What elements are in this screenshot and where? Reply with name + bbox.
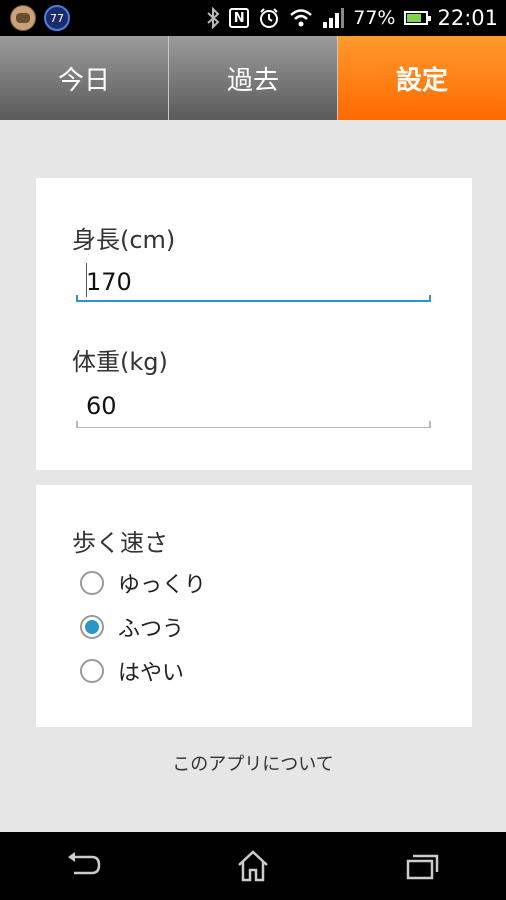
radio-button[interactable]: [80, 659, 104, 683]
height-input[interactable]: [76, 264, 431, 300]
body-info-card: 身長(cm) 体重(kg): [36, 178, 472, 470]
battery-icon: [404, 11, 432, 25]
signal-icon: [322, 8, 345, 28]
radio-label: はやい: [118, 661, 185, 686]
tab-today[interactable]: 今日: [0, 36, 169, 120]
radio-button[interactable]: [80, 571, 104, 595]
notification-app-icon: [10, 5, 36, 31]
clock-time: 22:01: [437, 6, 498, 30]
height-input-underline: [76, 295, 431, 302]
weight-input-underline: [76, 421, 431, 428]
tab-past[interactable]: 過去: [169, 36, 338, 120]
walking-speed-label: 歩く速さ: [72, 529, 168, 557]
navigation-bar: [0, 832, 506, 900]
notification-badge-icon: 77: [44, 5, 70, 31]
tab-settings[interactable]: 設定: [338, 36, 506, 120]
weight-input[interactable]: [76, 388, 431, 424]
back-icon[interactable]: [54, 841, 114, 891]
radio-label: ふつう: [118, 617, 185, 642]
home-icon[interactable]: [223, 841, 283, 891]
nfc-icon: N: [229, 8, 250, 28]
radio-option-normal[interactable]: ふつう: [80, 611, 184, 643]
tab-bar: 今日 過去 設定: [0, 36, 506, 120]
battery-percent: 77%: [353, 7, 396, 29]
radio-label: ゆっくり: [118, 573, 207, 598]
text-caret: [86, 263, 87, 297]
radio-option-slow[interactable]: ゆっくり: [80, 567, 206, 599]
weight-label: 体重(kg): [72, 348, 168, 376]
wifi-icon: [289, 8, 313, 28]
about-app-link[interactable]: このアプリについて: [0, 750, 506, 776]
bluetooth-icon: [206, 7, 220, 29]
radio-option-fast[interactable]: はやい: [80, 655, 184, 687]
radio-button-checked[interactable]: [80, 615, 104, 639]
walking-speed-card: 歩く速さ ゆっくり ふつう はやい: [36, 485, 472, 727]
height-label: 身長(cm): [72, 226, 176, 254]
status-bar: 77 N 77% 22:01: [0, 0, 506, 36]
recent-apps-icon[interactable]: [392, 841, 452, 891]
alarm-icon: [258, 7, 280, 29]
